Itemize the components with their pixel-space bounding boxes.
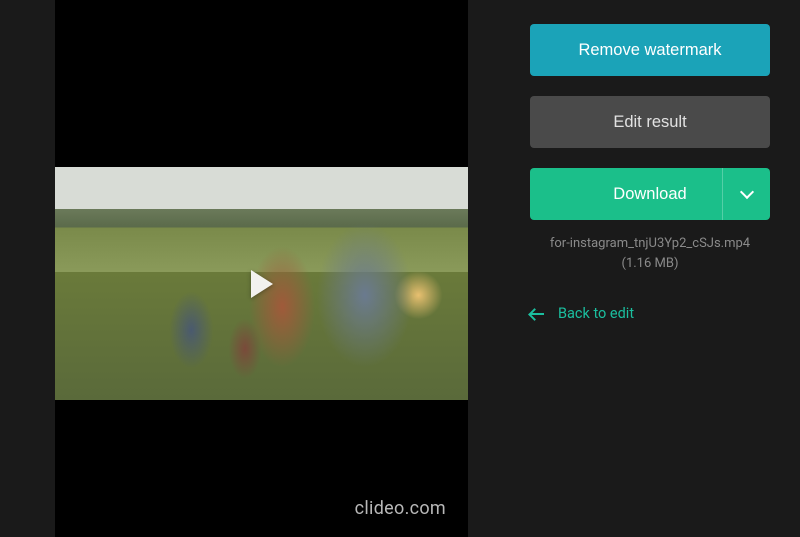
file-name: for-instagram_tnjU3Yp2_cSJs.mp4 <box>530 234 770 254</box>
edit-result-button[interactable]: Edit result <box>530 96 770 148</box>
remove-watermark-button[interactable]: Remove watermark <box>530 24 770 76</box>
chevron-down-icon <box>739 185 753 199</box>
watermark-text: clideo.com <box>355 498 446 519</box>
remove-watermark-label: Remove watermark <box>578 41 721 60</box>
arrow-left-icon <box>530 313 544 315</box>
video-still <box>55 167 468 400</box>
download-options-toggle[interactable] <box>722 168 770 220</box>
edit-result-label: Edit result <box>613 113 686 132</box>
download-label: Download <box>613 185 686 204</box>
back-label: Back to edit <box>558 305 634 322</box>
video-frame: clideo.com <box>55 0 468 537</box>
download-button[interactable]: Download <box>530 168 770 220</box>
preview-panel: clideo.com <box>0 0 500 537</box>
back-to-edit-link[interactable]: Back to edit <box>530 305 770 322</box>
file-meta: for-instagram_tnjU3Yp2_cSJs.mp4 (1.16 MB… <box>530 234 770 273</box>
side-panel: Remove watermark Edit result Download fo… <box>500 0 800 537</box>
file-size: (1.16 MB) <box>530 254 770 274</box>
play-icon[interactable] <box>251 270 273 298</box>
